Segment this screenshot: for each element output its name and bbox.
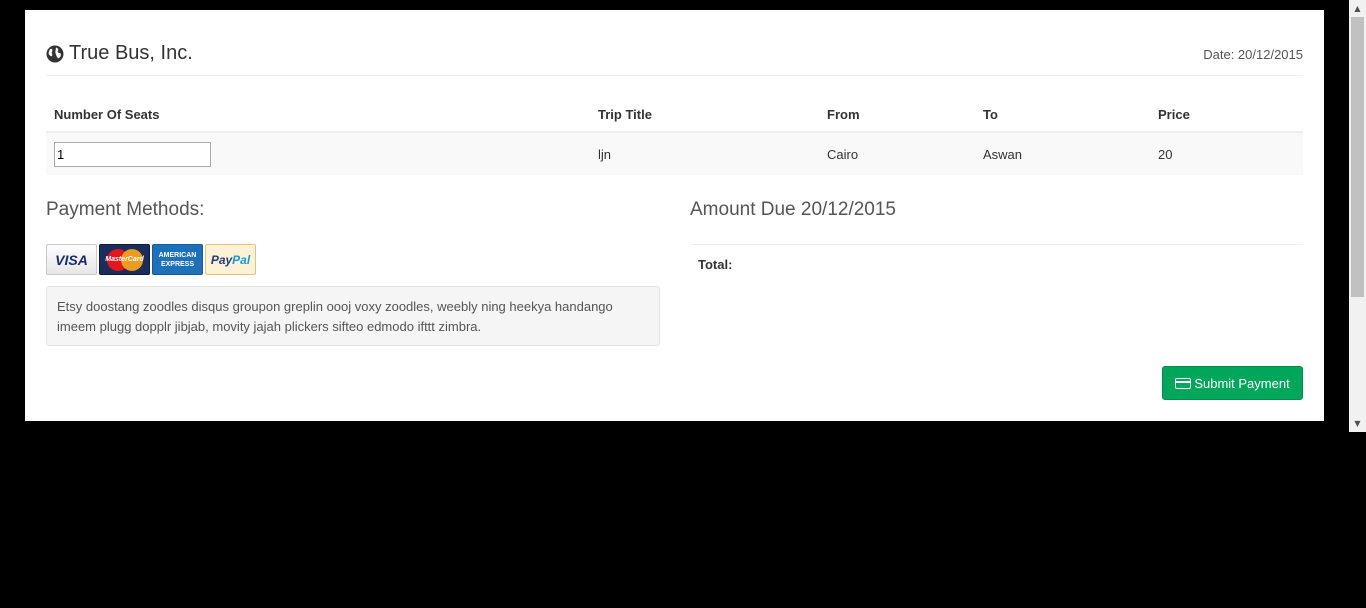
visa-icon: VISA <box>46 244 97 275</box>
table-row: ljn Cairo Aswan 20 <box>46 132 1303 175</box>
table-header-row: Number Of Seats Trip Title From To Price <box>46 98 1303 133</box>
column-header-trip-title: Trip Title <box>590 98 819 133</box>
from-cell: Cairo <box>819 132 975 175</box>
price-cell: 20 <box>1150 132 1303 175</box>
seats-cell <box>46 132 590 175</box>
column-header-price: Price <box>1150 98 1303 133</box>
submit-payment-label: Submit Payment <box>1194 375 1290 391</box>
column-header-from: From <box>819 98 975 133</box>
vertical-scrollbar[interactable]: ▲ ▼ <box>1349 0 1366 432</box>
amex-logo-text-2: EXPRESS <box>160 260 195 268</box>
paypal-logo-text-2: Pal <box>232 252 251 267</box>
payment-note: Etsy doostang zoodles disqus groupon gre… <box>46 286 660 346</box>
amex-logo-text-1: AMERICAN <box>158 251 197 259</box>
browser-viewport: True Bus, Inc. Date: 20/12/2015 Number O… <box>0 0 1366 432</box>
visa-logo-text: VISA <box>55 251 88 268</box>
scroll-up-arrow-icon[interactable]: ▲ <box>1349 0 1366 17</box>
paypal-icon: Pay Pal <box>205 244 256 275</box>
mastercard-logo-text: MasterCard <box>105 256 144 263</box>
seats-input[interactable] <box>54 141 211 167</box>
trip-table: Number Of Seats Trip Title From To Price… <box>46 98 1303 175</box>
column-header-to: To <box>975 98 1150 133</box>
scroll-thumb[interactable] <box>1351 17 1364 297</box>
trip-title-cell: ljn <box>590 132 819 175</box>
total-label: Total: <box>698 256 733 272</box>
scroll-down-arrow-icon[interactable]: ▼ <box>1349 415 1366 432</box>
credit-card-icon <box>1175 377 1192 389</box>
total-row: Total: <box>690 245 1303 283</box>
column-header-seats: Number Of Seats <box>46 98 590 133</box>
invoice-date: Date: 20/12/2015 <box>1203 47 1303 62</box>
payment-card-icons: VISA MasterCard AMERICAN EXPRESS Pay Pal <box>46 244 258 275</box>
payment-methods-title: Payment Methods: <box>46 199 205 220</box>
to-cell: Aswan <box>975 132 1150 175</box>
amount-table: Total: <box>690 244 1303 283</box>
american-express-icon: AMERICAN EXPRESS <box>152 244 203 275</box>
submit-payment-button[interactable]: Submit Payment <box>1162 366 1303 400</box>
invoice-header: True Bus, Inc. Date: 20/12/2015 <box>46 40 1303 76</box>
mastercard-icon: MasterCard <box>99 244 150 275</box>
brand-name: True Bus, Inc. <box>69 42 193 64</box>
brand: True Bus, Inc. <box>46 42 193 65</box>
amount-due-title: Amount Due 20/12/2015 <box>690 199 896 220</box>
invoice-panel: True Bus, Inc. Date: 20/12/2015 Number O… <box>25 10 1324 421</box>
paypal-logo-text-1: Pay <box>210 252 233 267</box>
globe-icon <box>46 45 64 62</box>
